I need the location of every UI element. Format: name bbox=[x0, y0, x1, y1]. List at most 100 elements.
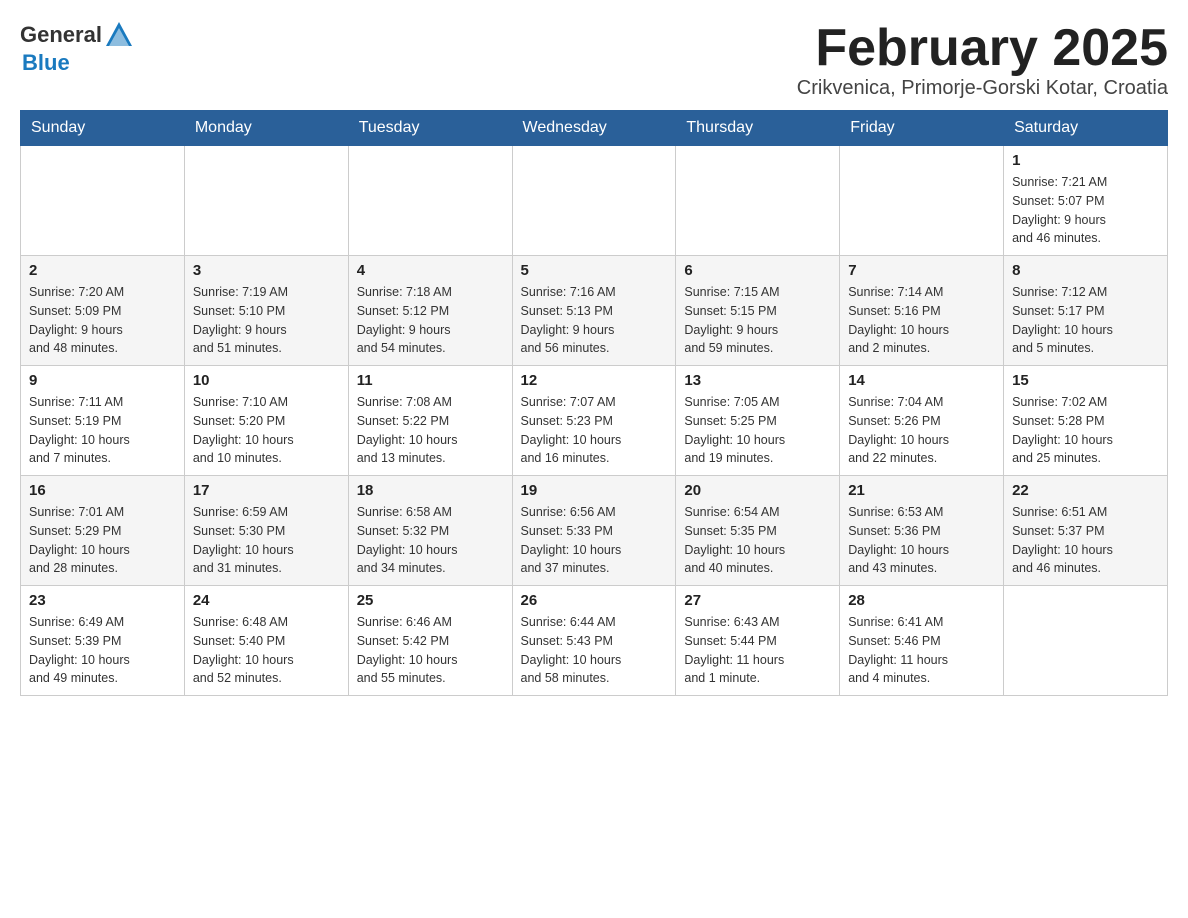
day-info: Sunrise: 7:10 AM Sunset: 5:20 PM Dayligh… bbox=[193, 393, 340, 468]
calendar-table: SundayMondayTuesdayWednesdayThursdayFrid… bbox=[20, 110, 1168, 696]
day-info: Sunrise: 6:41 AM Sunset: 5:46 PM Dayligh… bbox=[848, 613, 995, 688]
calendar-day-cell: 26 Sunrise: 6:44 AM Sunset: 5:43 PM Dayli… bbox=[512, 586, 676, 696]
day-number: 24 bbox=[193, 592, 340, 609]
calendar-day-cell: 13 Sunrise: 7:05 AM Sunset: 5:25 PM Dayli… bbox=[676, 366, 840, 476]
day-number: 23 bbox=[29, 592, 176, 609]
day-number: 9 bbox=[29, 372, 176, 389]
day-number: 3 bbox=[193, 262, 340, 279]
day-info: Sunrise: 6:53 AM Sunset: 5:36 PM Dayligh… bbox=[848, 503, 995, 578]
day-number: 17 bbox=[193, 482, 340, 499]
day-info: Sunrise: 6:51 AM Sunset: 5:37 PM Dayligh… bbox=[1012, 503, 1159, 578]
week-row: 2Sunrise: 7:20 AM Sunset: 5:09 PM Daylig… bbox=[21, 256, 1168, 366]
day-number: 26 bbox=[521, 592, 668, 609]
day-info: Sunrise: 7:21 AM Sunset: 5:07 PM Dayligh… bbox=[1012, 173, 1159, 248]
day-number: 19 bbox=[521, 482, 668, 499]
calendar-header-row: SundayMondayTuesdayWednesdayThursdayFrid… bbox=[21, 111, 1168, 146]
calendar-empty-cell bbox=[348, 146, 512, 256]
day-number: 20 bbox=[684, 482, 831, 499]
calendar-day-cell: 22 Sunrise: 6:51 AM Sunset: 5:37 PM Dayli… bbox=[1004, 476, 1168, 586]
day-info: Sunrise: 6:44 AM Sunset: 5:43 PM Dayligh… bbox=[521, 613, 668, 688]
day-info: Sunrise: 6:48 AM Sunset: 5:40 PM Dayligh… bbox=[193, 613, 340, 688]
calendar-day-cell: 20 Sunrise: 6:54 AM Sunset: 5:35 PM Dayli… bbox=[676, 476, 840, 586]
day-of-week-header: Thursday bbox=[676, 111, 840, 146]
day-number: 28 bbox=[848, 592, 995, 609]
day-of-week-header: Monday bbox=[184, 111, 348, 146]
page-header: General Blue February 2025 Crikvenica, P… bbox=[20, 20, 1168, 100]
day-number: 27 bbox=[684, 592, 831, 609]
calendar-day-cell: 2Sunrise: 7:20 AM Sunset: 5:09 PM Daylig… bbox=[21, 256, 185, 366]
day-info: Sunrise: 6:56 AM Sunset: 5:33 PM Dayligh… bbox=[521, 503, 668, 578]
logo-general-text: General bbox=[20, 22, 102, 48]
calendar-day-cell: 24 Sunrise: 6:48 AM Sunset: 5:40 PM Dayli… bbox=[184, 586, 348, 696]
day-of-week-header: Wednesday bbox=[512, 111, 676, 146]
location-subtitle: Crikvenica, Primorje-Gorski Kotar, Croat… bbox=[797, 77, 1168, 100]
calendar-day-cell: 5 Sunrise: 7:16 AM Sunset: 5:13 PM Daylig… bbox=[512, 256, 676, 366]
calendar-day-cell: 14 Sunrise: 7:04 AM Sunset: 5:26 PM Dayli… bbox=[840, 366, 1004, 476]
day-info: Sunrise: 6:54 AM Sunset: 5:35 PM Dayligh… bbox=[684, 503, 831, 578]
day-number: 22 bbox=[1012, 482, 1159, 499]
week-row: 9 Sunrise: 7:11 AM Sunset: 5:19 PM Daylig… bbox=[21, 366, 1168, 476]
calendar-day-cell: 23Sunrise: 6:49 AM Sunset: 5:39 PM Dayli… bbox=[21, 586, 185, 696]
calendar-empty-cell bbox=[21, 146, 185, 256]
day-number: 8 bbox=[1012, 262, 1159, 279]
day-info: Sunrise: 6:46 AM Sunset: 5:42 PM Dayligh… bbox=[357, 613, 504, 688]
day-number: 21 bbox=[848, 482, 995, 499]
calendar-day-cell: 16 Sunrise: 7:01 AM Sunset: 5:29 PM Dayli… bbox=[21, 476, 185, 586]
day-number: 16 bbox=[29, 482, 176, 499]
logo-blue-text: Blue bbox=[22, 50, 70, 76]
calendar-day-cell: 17 Sunrise: 6:59 AM Sunset: 5:30 PM Dayli… bbox=[184, 476, 348, 586]
day-number: 7 bbox=[848, 262, 995, 279]
calendar-day-cell: 19 Sunrise: 6:56 AM Sunset: 5:33 PM Dayli… bbox=[512, 476, 676, 586]
day-info: Sunrise: 7:05 AM Sunset: 5:25 PM Dayligh… bbox=[684, 393, 831, 468]
calendar-day-cell: 18Sunrise: 6:58 AM Sunset: 5:32 PM Dayli… bbox=[348, 476, 512, 586]
day-number: 25 bbox=[357, 592, 504, 609]
day-info: Sunrise: 7:18 AM Sunset: 5:12 PM Dayligh… bbox=[357, 283, 504, 358]
calendar-day-cell: 6 Sunrise: 7:15 AM Sunset: 5:15 PM Daylig… bbox=[676, 256, 840, 366]
day-of-week-header: Tuesday bbox=[348, 111, 512, 146]
calendar-day-cell: 28 Sunrise: 6:41 AM Sunset: 5:46 PM Dayli… bbox=[840, 586, 1004, 696]
week-row: 16 Sunrise: 7:01 AM Sunset: 5:29 PM Dayli… bbox=[21, 476, 1168, 586]
day-info: Sunrise: 6:59 AM Sunset: 5:30 PM Dayligh… bbox=[193, 503, 340, 578]
day-info: Sunrise: 7:19 AM Sunset: 5:10 PM Dayligh… bbox=[193, 283, 340, 358]
day-info: Sunrise: 7:15 AM Sunset: 5:15 PM Dayligh… bbox=[684, 283, 831, 358]
month-title: February 2025 bbox=[797, 20, 1168, 77]
day-number: 13 bbox=[684, 372, 831, 389]
day-of-week-header: Saturday bbox=[1004, 111, 1168, 146]
day-info: Sunrise: 7:02 AM Sunset: 5:28 PM Dayligh… bbox=[1012, 393, 1159, 468]
day-info: Sunrise: 7:16 AM Sunset: 5:13 PM Dayligh… bbox=[521, 283, 668, 358]
day-number: 15 bbox=[1012, 372, 1159, 389]
day-number: 6 bbox=[684, 262, 831, 279]
calendar-day-cell: 11Sunrise: 7:08 AM Sunset: 5:22 PM Dayli… bbox=[348, 366, 512, 476]
day-info: Sunrise: 7:01 AM Sunset: 5:29 PM Dayligh… bbox=[29, 503, 176, 578]
calendar-day-cell: 1Sunrise: 7:21 AM Sunset: 5:07 PM Daylig… bbox=[1004, 146, 1168, 256]
calendar-day-cell: 4 Sunrise: 7:18 AM Sunset: 5:12 PM Daylig… bbox=[348, 256, 512, 366]
calendar-empty-cell bbox=[676, 146, 840, 256]
calendar-empty-cell bbox=[184, 146, 348, 256]
calendar-empty-cell bbox=[1004, 586, 1168, 696]
calendar-day-cell: 25 Sunrise: 6:46 AM Sunset: 5:42 PM Dayli… bbox=[348, 586, 512, 696]
day-number: 4 bbox=[357, 262, 504, 279]
logo: General Blue bbox=[20, 20, 134, 76]
day-info: Sunrise: 7:11 AM Sunset: 5:19 PM Dayligh… bbox=[29, 393, 176, 468]
calendar-day-cell: 9 Sunrise: 7:11 AM Sunset: 5:19 PM Daylig… bbox=[21, 366, 185, 476]
calendar-day-cell: 10Sunrise: 7:10 AM Sunset: 5:20 PM Dayli… bbox=[184, 366, 348, 476]
calendar-day-cell: 3 Sunrise: 7:19 AM Sunset: 5:10 PM Daylig… bbox=[184, 256, 348, 366]
day-number: 12 bbox=[521, 372, 668, 389]
day-info: Sunrise: 7:14 AM Sunset: 5:16 PM Dayligh… bbox=[848, 283, 995, 358]
day-number: 11 bbox=[357, 372, 504, 389]
calendar-day-cell: 21 Sunrise: 6:53 AM Sunset: 5:36 PM Dayli… bbox=[840, 476, 1004, 586]
day-number: 14 bbox=[848, 372, 995, 389]
calendar-empty-cell bbox=[512, 146, 676, 256]
calendar-day-cell: 27Sunrise: 6:43 AM Sunset: 5:44 PM Dayli… bbox=[676, 586, 840, 696]
calendar-day-cell: 15 Sunrise: 7:02 AM Sunset: 5:28 PM Dayli… bbox=[1004, 366, 1168, 476]
day-info: Sunrise: 7:04 AM Sunset: 5:26 PM Dayligh… bbox=[848, 393, 995, 468]
calendar-day-cell: 12 Sunrise: 7:07 AM Sunset: 5:23 PM Dayli… bbox=[512, 366, 676, 476]
title-section: February 2025 Crikvenica, Primorje-Gorsk… bbox=[797, 20, 1168, 100]
day-number: 2 bbox=[29, 262, 176, 279]
day-number: 18 bbox=[357, 482, 504, 499]
week-row: 1Sunrise: 7:21 AM Sunset: 5:07 PM Daylig… bbox=[21, 146, 1168, 256]
calendar-day-cell: 7 Sunrise: 7:14 AM Sunset: 5:16 PM Daylig… bbox=[840, 256, 1004, 366]
day-number: 5 bbox=[521, 262, 668, 279]
day-info: Sunrise: 7:07 AM Sunset: 5:23 PM Dayligh… bbox=[521, 393, 668, 468]
calendar-day-cell: 8Sunrise: 7:12 AM Sunset: 5:17 PM Daylig… bbox=[1004, 256, 1168, 366]
